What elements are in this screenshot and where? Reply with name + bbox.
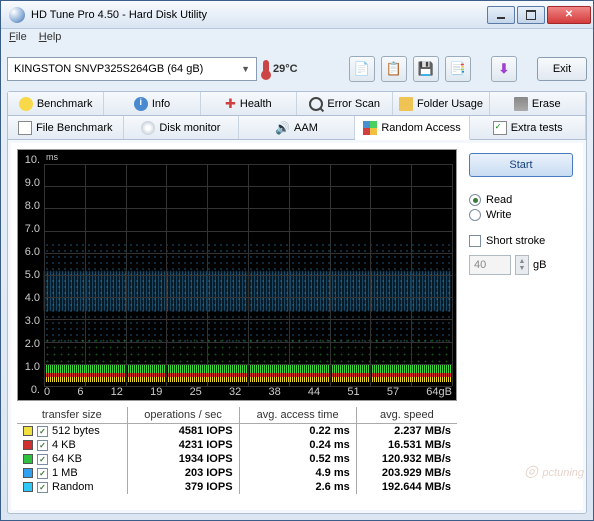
speed-cell: 203.929 MB/s bbox=[356, 466, 457, 480]
speed-cell: 2.237 MB/s bbox=[356, 424, 457, 439]
transfer-size-cell[interactable]: ✓64 KB bbox=[17, 452, 127, 466]
exit-button[interactable]: Exit bbox=[537, 57, 587, 81]
info-icon: i bbox=[134, 97, 148, 111]
controls-panel: Start Read Write Short stroke ▲▼ gB bbox=[465, 149, 577, 504]
iops-cell: 4581 IOPS bbox=[127, 424, 239, 439]
benchmark-icon bbox=[19, 97, 33, 111]
transfer-size-cell[interactable]: ✓4 KB bbox=[17, 438, 127, 452]
tab-disk-monitor[interactable]: Disk monitor bbox=[124, 116, 240, 139]
access-time-cell: 0.22 ms bbox=[239, 424, 356, 439]
random-icon bbox=[363, 121, 377, 135]
copy-text-button[interactable]: 📄 bbox=[349, 56, 375, 82]
tab-aam[interactable]: 🔊AAM bbox=[239, 116, 355, 139]
transfer-size-cell[interactable]: ✓1 MB bbox=[17, 466, 127, 480]
tab-random-access[interactable]: Random Access bbox=[355, 116, 471, 140]
spinner-arrows[interactable]: ▲▼ bbox=[515, 255, 529, 275]
tab-health[interactable]: ✚Health bbox=[201, 92, 297, 115]
app-icon bbox=[9, 7, 25, 23]
options-button[interactable]: 📑 bbox=[445, 56, 471, 82]
radio-write[interactable]: Write bbox=[469, 209, 573, 221]
tab-row-1: Benchmark iInfo ✚Health Error Scan Folde… bbox=[8, 92, 586, 116]
tab-benchmark[interactable]: Benchmark bbox=[8, 92, 104, 115]
iops-cell: 1934 IOPS bbox=[127, 452, 239, 466]
file-benchmark-icon bbox=[18, 121, 32, 135]
access-time-cell: 2.6 ms bbox=[239, 480, 356, 494]
menu-file[interactable]: File bbox=[9, 31, 27, 47]
drive-select[interactable]: KINGSTON SNVP325S264GB (64 gB)▼ bbox=[7, 57, 257, 81]
radio-icon bbox=[469, 209, 481, 221]
short-stroke-input[interactable] bbox=[469, 255, 511, 275]
tab-erase[interactable]: Erase bbox=[490, 92, 586, 115]
column-header: transfer size bbox=[17, 407, 127, 424]
thermometer-icon bbox=[263, 60, 269, 78]
menubar: File Help bbox=[1, 29, 593, 49]
table-row: ✓1 MB203 IOPS4.9 ms203.929 MB/s bbox=[17, 466, 457, 480]
health-icon: ✚ bbox=[225, 96, 236, 112]
temperature-display: 29°C bbox=[263, 60, 298, 78]
toolbar: KINGSTON SNVP325S264GB (64 gB)▼ 29°C 📄 📋… bbox=[7, 51, 587, 87]
access-time-cell: 0.24 ms bbox=[239, 438, 356, 452]
main-window: HD Tune Pro 4.50 - Hard Disk Utility Fil… bbox=[0, 0, 594, 521]
tab-row-2: File Benchmark Disk monitor 🔊AAM Random … bbox=[8, 116, 586, 140]
access-time-cell: 0.52 ms bbox=[239, 452, 356, 466]
column-header: avg. speed bbox=[356, 407, 457, 424]
close-button[interactable] bbox=[547, 6, 591, 24]
copy-image-button[interactable]: 📋 bbox=[381, 56, 407, 82]
tab-extra-tests[interactable]: Extra tests bbox=[470, 116, 586, 139]
table-row: ✓512 bytes4581 IOPS0.22 ms2.237 MB/s bbox=[17, 424, 457, 439]
menu-help[interactable]: Help bbox=[39, 31, 62, 47]
stroke-unit-label: gB bbox=[533, 259, 546, 271]
table-row: ✓64 KB1934 IOPS0.52 ms120.932 MB/s bbox=[17, 452, 457, 466]
transfer-size-cell[interactable]: ✓Random bbox=[17, 480, 127, 494]
table-row: ✓Random379 IOPS2.6 ms192.644 MB/s bbox=[17, 480, 457, 494]
start-button[interactable]: Start bbox=[469, 153, 573, 177]
scatter-chart: ms 10.9.08.07.06.05.04.03.02.01.00. 0612… bbox=[17, 149, 457, 401]
radio-icon bbox=[469, 194, 481, 206]
speed-cell: 120.932 MB/s bbox=[356, 452, 457, 466]
results-table: transfer sizeoperations / secavg. access… bbox=[17, 407, 457, 494]
disk-icon bbox=[141, 121, 155, 135]
check-short-stroke[interactable]: Short stroke bbox=[469, 235, 573, 247]
tab-folder-usage[interactable]: Folder Usage bbox=[393, 92, 489, 115]
speed-cell: 192.644 MB/s bbox=[356, 480, 457, 494]
tab-container: Benchmark iInfo ✚Health Error Scan Folde… bbox=[7, 91, 587, 514]
maximize-button[interactable] bbox=[517, 6, 545, 24]
column-header: avg. access time bbox=[239, 407, 356, 424]
window-title: HD Tune Pro 4.50 - Hard Disk Utility bbox=[9, 7, 485, 23]
tab-file-benchmark[interactable]: File Benchmark bbox=[8, 116, 124, 139]
online-button[interactable]: ⬇ bbox=[491, 56, 517, 82]
column-header: operations / sec bbox=[127, 407, 239, 424]
extra-icon bbox=[493, 121, 507, 135]
tab-error-scan[interactable]: Error Scan bbox=[297, 92, 393, 115]
transfer-size-cell[interactable]: ✓512 bytes bbox=[17, 424, 127, 439]
iops-cell: 203 IOPS bbox=[127, 466, 239, 480]
save-button[interactable]: 💾 bbox=[413, 56, 439, 82]
minimize-button[interactable] bbox=[487, 6, 515, 24]
tab-info[interactable]: iInfo bbox=[104, 92, 200, 115]
radio-read[interactable]: Read bbox=[469, 194, 573, 206]
erase-icon bbox=[514, 97, 528, 111]
speed-cell: 16.531 MB/s bbox=[356, 438, 457, 452]
iops-cell: 4231 IOPS bbox=[127, 438, 239, 452]
x-axis-labels: 06121925323844515764gB bbox=[44, 386, 452, 398]
access-time-cell: 4.9 ms bbox=[239, 466, 356, 480]
aam-icon: 🔊 bbox=[275, 121, 290, 135]
iops-cell: 379 IOPS bbox=[127, 480, 239, 494]
y-unit-label: ms bbox=[46, 152, 58, 162]
titlebar[interactable]: HD Tune Pro 4.50 - Hard Disk Utility bbox=[1, 1, 593, 29]
folder-icon bbox=[399, 97, 413, 111]
checkbox-icon bbox=[469, 235, 481, 247]
scan-icon bbox=[309, 97, 323, 111]
chevron-down-icon: ▼ bbox=[241, 64, 250, 74]
tab-content: ms 10.9.08.07.06.05.04.03.02.01.00. 0612… bbox=[11, 143, 583, 510]
y-axis-labels: 10.9.08.07.06.05.04.03.02.01.00. bbox=[20, 154, 42, 396]
table-row: ✓4 KB4231 IOPS0.24 ms16.531 MB/s bbox=[17, 438, 457, 452]
